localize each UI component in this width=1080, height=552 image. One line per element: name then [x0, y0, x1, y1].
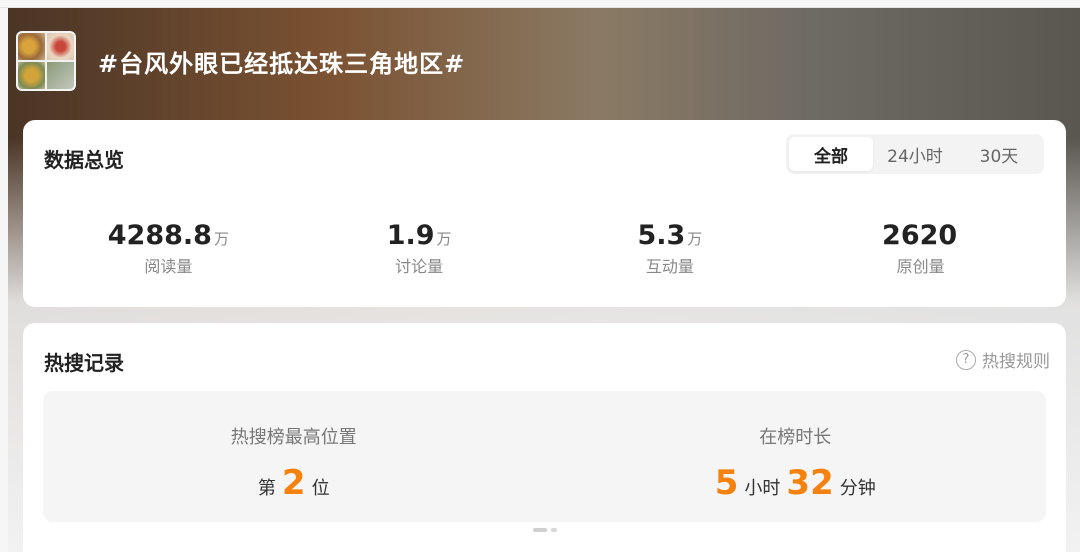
stat-label: 原创量 [896, 257, 945, 276]
stat-interaction: 5.3 万 互动量 [545, 220, 796, 277]
pager-dot [550, 528, 557, 532]
overview-title: 数据总览 [44, 148, 124, 172]
duration-minutes-unit: 分钟 [839, 478, 876, 499]
stat-read: 4288.8 万 阅读量 [43, 220, 294, 277]
stat-unit: 万 [687, 230, 703, 248]
tab-24h[interactable]: 24小时 [873, 137, 957, 171]
data-overview-card: 数据总览 全部 24小时 30天 4288.8 万 阅读量 1.9 万 讨论量 5.… [23, 120, 1066, 307]
peak-label: 热搜榜最高位置 [230, 427, 357, 448]
duration-minutes: 32 [786, 463, 834, 503]
top-bar [0, 0, 1080, 8]
topic-header: #台风外眼已经抵达珠三角地区# [16, 30, 465, 92]
question-icon: ? [956, 349, 976, 370]
pager-dots [532, 528, 557, 532]
duration-label: 在榜时长 [759, 427, 832, 448]
peak-suffix: 位 [311, 478, 330, 499]
stat-unit: 万 [213, 230, 229, 248]
tab-all[interactable]: 全部 [789, 137, 873, 171]
stat-label: 阅读量 [144, 257, 193, 276]
stat-original: 2620 原创量 [795, 220, 1046, 277]
peak-position: 热搜榜最高位置 第 2 位 [43, 391, 545, 522]
left-border [0, 8, 8, 552]
stat-label: 互动量 [645, 257, 694, 276]
stat-value: 2620 [882, 220, 958, 251]
stat-label: 讨论量 [395, 257, 444, 276]
on-list-duration: 在榜时长 5 小时 32 分钟 [545, 391, 1047, 522]
hot-rules-label: 热搜规则 [982, 352, 1050, 372]
duration-hours: 5 [714, 463, 739, 503]
stats-row: 4288.8 万 阅读量 1.9 万 讨论量 5.3 万 互动量 2620 原创量 [43, 220, 1046, 277]
pager-dot-active [532, 528, 547, 532]
stat-value: 4288.8 [107, 220, 212, 251]
peak-value: 2 [281, 463, 306, 503]
hot-record-box: 热搜榜最高位置 第 2 位 在榜时长 5 小时 32 分钟 [43, 391, 1046, 522]
stat-unit: 万 [436, 230, 452, 248]
peak-prefix: 第 [257, 478, 276, 499]
stat-discussion: 1.9 万 讨论量 [294, 220, 545, 277]
hot-rules-link[interactable]: ? 热搜规则 [956, 347, 1050, 372]
stat-value: 5.3 [637, 220, 686, 251]
duration-hours-unit: 小时 [744, 478, 781, 499]
topic-thumbnail [16, 31, 76, 91]
hot-title: 热搜记录 [44, 351, 124, 375]
topic-title: #台风外眼已经抵达珠三角地区# [98, 49, 466, 78]
hot-search-card: 热搜记录 ? 热搜规则 热搜榜最高位置 第 2 位 在榜时长 5 小时 32 分… [23, 323, 1066, 552]
stat-value: 1.9 [386, 220, 435, 251]
tab-30d[interactable]: 30天 [957, 137, 1041, 171]
time-range-tabs: 全部 24小时 30天 [786, 134, 1044, 174]
